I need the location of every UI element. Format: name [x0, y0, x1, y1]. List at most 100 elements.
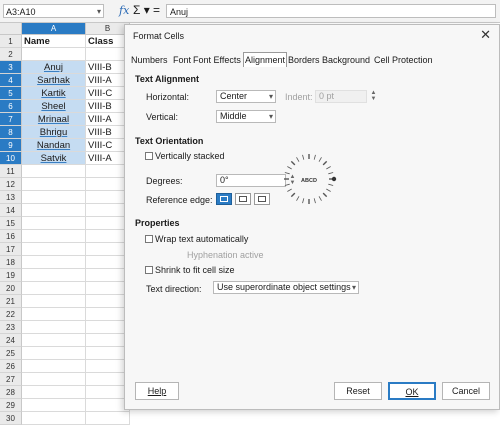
row-header[interactable]: 17	[0, 243, 22, 256]
reference-edge-inside-button[interactable]	[254, 193, 270, 205]
row-header[interactable]: 10	[0, 152, 22, 165]
cancel-button[interactable]: Cancel	[442, 382, 490, 400]
row-header[interactable]: 28	[0, 386, 22, 399]
ok-button[interactable]: OK	[388, 382, 436, 400]
table-cell[interactable]	[22, 373, 86, 386]
properties-heading: Properties	[135, 218, 180, 228]
table-cell[interactable]	[22, 347, 86, 360]
table-cell[interactable]	[86, 412, 130, 425]
help-button[interactable]: Help	[135, 382, 179, 400]
equals-icon[interactable]: =	[153, 3, 160, 17]
tab-alignment[interactable]: Alignment	[243, 52, 288, 67]
text-direction-select[interactable]: Use superordinate object settings ▾	[213, 281, 359, 294]
dial-tick	[326, 166, 331, 170]
row-header[interactable]: 14	[0, 204, 22, 217]
row-header[interactable]: 20	[0, 282, 22, 295]
table-cell[interactable]	[22, 230, 86, 243]
table-cell[interactable]	[22, 217, 86, 230]
vertically-stacked-checkbox[interactable]	[145, 152, 153, 160]
row-header[interactable]: 22	[0, 308, 22, 321]
row-header[interactable]: 19	[0, 269, 22, 282]
row-header[interactable]: 15	[0, 217, 22, 230]
table-cell[interactable]	[22, 308, 86, 321]
row-header[interactable]: 18	[0, 256, 22, 269]
tab-font-effects[interactable]: Font Effects	[193, 53, 241, 67]
table-cell[interactable]: Mrinaal	[22, 113, 86, 126]
row-header[interactable]: 8	[0, 126, 22, 139]
spreadsheet-grid: A B 1 Name Class 2 3 Anuj VIII-B 4 Sarthak VIII-A…	[0, 23, 130, 425]
indent-stepper[interactable]: ▲ ▼	[369, 90, 378, 103]
row-header[interactable]: 3	[0, 61, 22, 74]
table-cell[interactable]: Satvik	[22, 152, 86, 165]
column-header-a[interactable]: A	[22, 23, 86, 35]
orientation-dial[interactable]: ABCD	[279, 149, 339, 209]
table-cell[interactable]	[22, 191, 86, 204]
row-header[interactable]: 9	[0, 139, 22, 152]
table-cell[interactable]: Bhrigu	[22, 126, 86, 139]
tab-font[interactable]: Font	[173, 53, 191, 67]
table-cell[interactable]	[22, 386, 86, 399]
row-header[interactable]: 13	[0, 191, 22, 204]
chevron-down-icon: ▾	[268, 112, 273, 121]
tab-background[interactable]: Background	[322, 53, 370, 67]
tab-borders[interactable]: Borders	[288, 53, 320, 67]
name-box[interactable]: A3:A10 ▾	[3, 4, 104, 18]
table-cell[interactable]	[22, 178, 86, 191]
row-header[interactable]: 30	[0, 412, 22, 425]
row-header[interactable]: 21	[0, 295, 22, 308]
table-cell[interactable]	[22, 204, 86, 217]
select-all-corner[interactable]	[0, 23, 22, 35]
horizontal-select[interactable]: Center ▾	[216, 90, 276, 103]
reference-edge-top-button[interactable]	[235, 193, 251, 205]
table-cell[interactable]	[22, 399, 86, 412]
shrink-checkbox[interactable]	[145, 266, 153, 274]
table-cell[interactable]	[22, 269, 86, 282]
table-cell[interactable]: Kartik	[22, 87, 86, 100]
degrees-field[interactable]: 0°	[216, 174, 286, 187]
table-cell[interactable]	[22, 334, 86, 347]
chevron-down-icon[interactable]: ▾	[97, 5, 101, 19]
table-cell[interactable]	[22, 282, 86, 295]
table-cell[interactable]	[22, 243, 86, 256]
row-header[interactable]: 29	[0, 399, 22, 412]
row-header[interactable]: 23	[0, 321, 22, 334]
table-cell[interactable]: Name	[22, 35, 86, 48]
formula-input[interactable]: Anuj	[166, 4, 496, 18]
table-cell[interactable]	[22, 165, 86, 178]
table-cell[interactable]	[22, 360, 86, 373]
row-header[interactable]: 4	[0, 74, 22, 87]
fx-icon[interactable]: fx	[119, 4, 129, 17]
wrap-text-checkbox[interactable]	[145, 235, 153, 243]
row-header[interactable]: 16	[0, 230, 22, 243]
tab-numbers[interactable]: Numbers	[131, 53, 168, 67]
table-cell[interactable]: Sarthak	[22, 74, 86, 87]
dial-handle[interactable]	[331, 176, 337, 182]
row-header[interactable]: 6	[0, 100, 22, 113]
row-header[interactable]: 2	[0, 48, 22, 61]
vertical-select[interactable]: Middle ▾	[216, 110, 276, 123]
table-cell[interactable]	[22, 412, 86, 425]
table-cell[interactable]	[22, 256, 86, 269]
row-header[interactable]: 26	[0, 360, 22, 373]
tab-cell-protection[interactable]: Cell Protection	[374, 53, 433, 67]
format-cells-dialog: Format Cells ✕ Numbers Font Font Effects…	[124, 24, 500, 410]
row-header[interactable]: 12	[0, 178, 22, 191]
row-header[interactable]: 24	[0, 334, 22, 347]
table-cell[interactable]: Sheel	[22, 100, 86, 113]
indent-field[interactable]: 0 pt	[315, 90, 367, 103]
table-cell[interactable]	[22, 321, 86, 334]
row-header[interactable]: 25	[0, 347, 22, 360]
row-header[interactable]: 5	[0, 87, 22, 100]
close-icon[interactable]: ✕	[480, 27, 491, 43]
row-header[interactable]: 7	[0, 113, 22, 126]
table-cell[interactable]	[22, 295, 86, 308]
table-cell[interactable]: Anuj	[22, 61, 86, 74]
sigma-icon[interactable]: Σ ▾	[133, 3, 150, 17]
table-cell[interactable]: Nandan	[22, 139, 86, 152]
row-header[interactable]: 11	[0, 165, 22, 178]
reset-button[interactable]: Reset	[334, 382, 382, 400]
row-header[interactable]: 27	[0, 373, 22, 386]
row-header[interactable]: 1	[0, 35, 22, 48]
table-cell[interactable]	[22, 48, 86, 61]
reference-edge-bottom-button[interactable]	[216, 193, 232, 205]
